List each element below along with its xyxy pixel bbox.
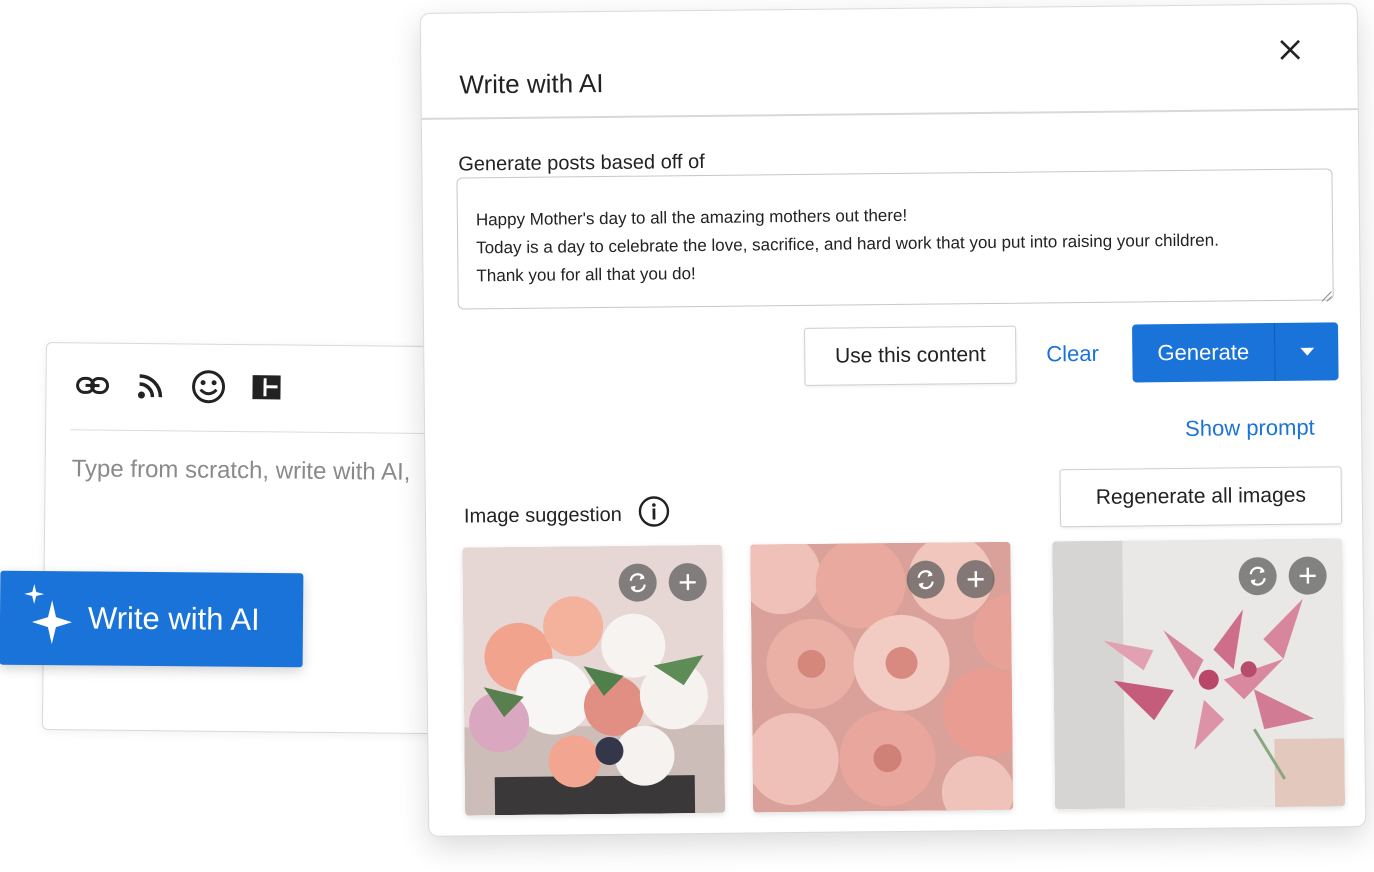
- refresh-icon[interactable]: [618, 563, 657, 602]
- plus-icon[interactable]: [1288, 556, 1327, 595]
- image-suggestion-label: Image suggestion: [463, 503, 622, 527]
- editor-toolbar: [74, 367, 284, 405]
- plus-icon[interactable]: [668, 562, 707, 602]
- editor-placeholder[interactable]: Type from scratch, write with AI,: [72, 455, 411, 487]
- image-suggestions: [462, 538, 1346, 821]
- refresh-icon[interactable]: [906, 560, 945, 599]
- link-icon[interactable]: [74, 367, 110, 403]
- info-icon[interactable]: [638, 495, 670, 533]
- rss-icon[interactable]: [132, 368, 168, 404]
- image-suggestion-2[interactable]: [750, 541, 1014, 813]
- image-suggestion-1[interactable]: [462, 544, 726, 816]
- generate-dropdown-button[interactable]: [1275, 322, 1339, 381]
- image-2-actions: [906, 559, 995, 599]
- editor-card: Type from scratch, write with AI,: [41, 342, 468, 735]
- image-3-actions: [1238, 556, 1327, 596]
- use-this-content-button[interactable]: Use this content: [804, 325, 1017, 386]
- image-suggestion-heading: Image suggestion: [464, 495, 670, 535]
- emoji-icon[interactable]: [190, 369, 226, 405]
- regenerate-all-images-button[interactable]: Regenerate all images: [1059, 466, 1343, 528]
- image-suggestion-3[interactable]: [1052, 538, 1346, 810]
- layout-icon[interactable]: [248, 369, 284, 405]
- generate-button[interactable]: Generate: [1132, 323, 1275, 382]
- source-label: Generate posts based off of: [458, 150, 705, 176]
- dialog-title: Write with AI: [459, 68, 604, 100]
- generate-button-group: Generate: [1132, 322, 1339, 383]
- plus-icon[interactable]: [956, 559, 995, 599]
- clear-button[interactable]: Clear: [1046, 341, 1099, 368]
- editor-divider: [70, 429, 467, 435]
- write-with-ai-label: Write with AI: [87, 600, 260, 637]
- image-1-actions: [618, 562, 707, 602]
- sparkle-icon: [24, 583, 75, 652]
- caret-down-icon: [1299, 347, 1314, 356]
- refresh-icon[interactable]: [1238, 556, 1277, 596]
- source-textarea[interactable]: Happy Mother's day to all the amazing mo…: [456, 168, 1334, 310]
- write-with-ai-dialog: Write with AI Generate posts based off o…: [419, 3, 1367, 837]
- show-prompt-link[interactable]: Show prompt: [1185, 415, 1315, 442]
- resize-grip-icon[interactable]: [1321, 288, 1333, 306]
- write-with-ai-button[interactable]: Write with AI: [0, 570, 304, 668]
- close-icon[interactable]: [1275, 35, 1305, 65]
- dialog-divider: [421, 108, 1358, 120]
